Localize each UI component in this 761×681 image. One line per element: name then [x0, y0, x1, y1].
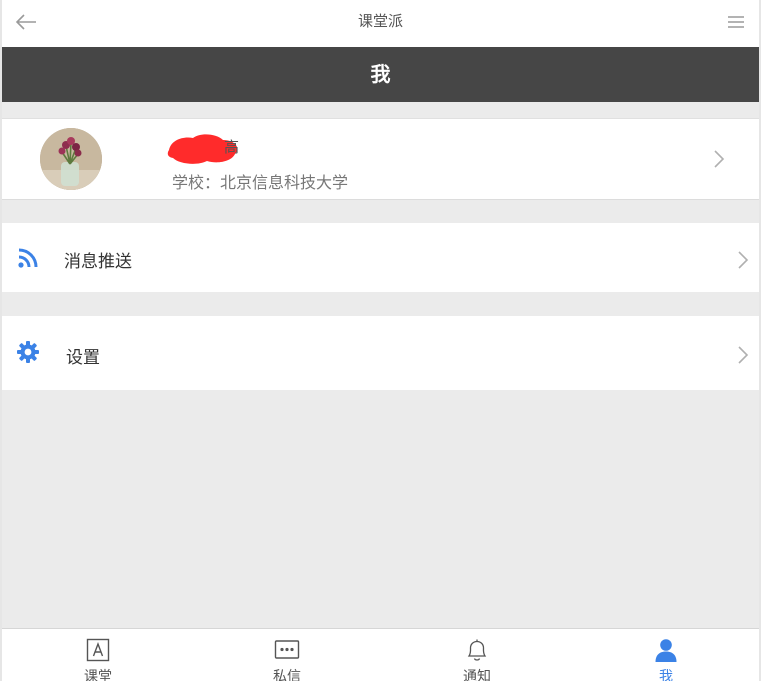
tab-class[interactable]: 课堂	[3, 629, 193, 681]
tab-notifications[interactable]: 通知	[382, 629, 572, 681]
app-frame: 课堂派 我 高 学校：北京信息科技大学 消息推送 设置 课堂 私信 通知 我	[0, 0, 761, 681]
tab-label: 课堂	[84, 669, 112, 681]
menu-item-message-push[interactable]: 消息推送	[2, 223, 759, 292]
chevron-right-icon	[738, 251, 749, 269]
chevron-right-icon	[714, 150, 725, 168]
school-text: 学校：北京信息科技大学	[172, 173, 349, 192]
rss-feed-icon	[18, 248, 38, 268]
message-icon	[274, 640, 300, 659]
menu-item-settings[interactable]: 设置	[2, 316, 759, 390]
app-title: 课堂派	[357, 12, 403, 30]
profile-card[interactable]: 高 学校：北京信息科技大学	[2, 118, 759, 200]
avatar	[40, 128, 102, 190]
tab-messages[interactable]: 私信	[192, 629, 382, 681]
tab-label: 私信	[273, 669, 301, 681]
user-name: 高	[224, 138, 240, 156]
tab-label: 我	[659, 669, 673, 681]
tab-label: 通知	[463, 669, 491, 681]
page-header: 我	[2, 47, 759, 102]
chevron-right-icon	[738, 346, 749, 364]
menu-item-label: 消息推送	[64, 252, 132, 272]
top-app-bar: 课堂派	[2, 0, 759, 47]
bottom-tab-bar: 课堂 私信 通知 我	[2, 628, 759, 681]
page-title: 我	[370, 62, 391, 86]
gear-icon	[17, 341, 39, 363]
hamburger-menu-icon[interactable]	[727, 13, 745, 31]
menu-item-label: 设置	[66, 348, 100, 368]
tab-me[interactable]: 我	[571, 629, 761, 681]
bell-icon	[467, 639, 487, 661]
class-icon	[86, 638, 110, 662]
user-icon	[655, 639, 677, 662]
flower-vase-photo	[40, 128, 102, 190]
